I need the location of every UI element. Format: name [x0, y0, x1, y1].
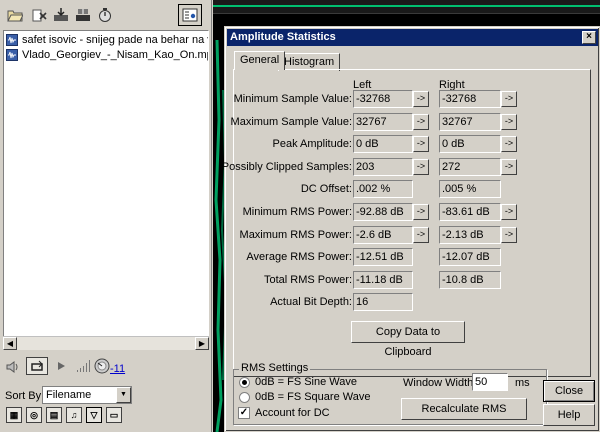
file-name: safet isovic - snijeg pade na behar na v…: [22, 34, 208, 46]
music-filter-icon[interactable]: ♫: [66, 407, 82, 423]
stat-label: Possibly Clipped Samples:: [221, 161, 352, 173]
loop-button[interactable]: [26, 357, 48, 375]
insert-all-icon[interactable]: [74, 6, 92, 24]
stat-left-value: -32768: [353, 90, 413, 108]
go-to-left-button[interactable]: ->: [413, 136, 429, 152]
copy-to-clipboard-button[interactable]: Copy Data to Clipboard: [351, 321, 465, 358]
stat-label: DC Offset:: [300, 183, 352, 195]
list-item[interactable]: safet isovic - snijeg pade na behar na v…: [6, 33, 208, 47]
film-filter-icon[interactable]: ▦: [6, 407, 22, 423]
stat-right-value: -10.8 dB: [439, 271, 501, 289]
window-width-unit: ms: [515, 377, 530, 389]
stat-right-value: 32767: [439, 113, 501, 131]
stat-label: Average RMS Power:: [246, 251, 352, 263]
stat-label: Peak Amplitude:: [272, 138, 353, 150]
stat-label: Maximum RMS Power:: [239, 229, 352, 241]
help-button[interactable]: Help: [543, 404, 595, 426]
go-to-right-button[interactable]: ->: [501, 227, 517, 243]
stat-left-value: -92.88 dB: [353, 203, 413, 221]
volume-knob-icon[interactable]: [94, 358, 110, 374]
sine-wave-label[interactable]: 0dB = FS Sine Wave: [255, 376, 357, 388]
film-strip-icon[interactable]: ▭: [106, 407, 122, 423]
stat-left-value: 32767: [353, 113, 413, 131]
file-panel: safet isovic - snijeg pade na behar na v…: [0, 0, 212, 432]
go-to-left-button[interactable]: ->: [413, 204, 429, 220]
play-file-icon[interactable]: [96, 6, 114, 24]
stat-right-value: 0 dB: [439, 135, 501, 153]
stat-label: Actual Bit Depth:: [270, 296, 352, 308]
preview-transport: [0, 356, 212, 378]
stat-right-value: -83.61 dB: [439, 203, 501, 221]
stat-label: Total RMS Power:: [263, 274, 352, 286]
volume-level-icon: [77, 360, 90, 372]
speaker-icon[interactable]: [6, 360, 20, 374]
stat-label: Minimum Sample Value:: [233, 93, 352, 105]
amplitude-statistics-dialog: Amplitude Statistics × General Histogram…: [221, 26, 600, 432]
go-to-right-button[interactable]: ->: [501, 114, 517, 130]
loop-icon: [31, 360, 43, 371]
filter-view-icon[interactable]: ▽: [86, 407, 102, 423]
square-wave-radio[interactable]: [239, 392, 250, 403]
insert-file-icon[interactable]: [52, 6, 70, 24]
dialog-titlebar[interactable]: Amplitude Statistics ×: [227, 29, 598, 46]
tab-general[interactable]: General: [234, 51, 286, 70]
go-to-right-button[interactable]: ->: [501, 91, 517, 107]
recalculate-rms-button[interactable]: Recalculate RMS: [401, 398, 527, 420]
close-file-icon[interactable]: [30, 6, 48, 24]
file-name: Vlado_Georgiev_-_Nisam_Kao_On.mp3: [22, 49, 208, 61]
chevron-down-icon[interactable]: ▼: [116, 387, 131, 403]
scroll-left-icon[interactable]: ◀: [3, 337, 17, 350]
audio-file-icon: [6, 34, 18, 46]
stat-left-value: -2.6 dB: [353, 226, 413, 244]
account-for-dc-checkbox[interactable]: ✓: [238, 407, 250, 419]
stat-right-value: -12.07 dB: [439, 248, 501, 266]
play-icon[interactable]: [56, 361, 66, 371]
stat-right-value: -32768: [439, 90, 501, 108]
stat-left-value: 0 dB: [353, 135, 413, 153]
rms-settings-legend: RMS Settings: [239, 362, 311, 374]
close-button[interactable]: Close: [543, 380, 595, 402]
account-for-dc-label[interactable]: Account for DC: [255, 407, 330, 419]
session-filter-icon[interactable]: ▤: [46, 407, 62, 423]
horizontal-scrollbar[interactable]: ◀ ▶: [3, 336, 209, 350]
stat-left-value: .002 %: [353, 180, 413, 198]
window-width-label: Window Width:: [403, 377, 477, 389]
open-file-icon[interactable]: [6, 6, 24, 24]
view-options-button[interactable]: [178, 4, 202, 26]
stat-right-value: -2.13 dB: [439, 226, 501, 244]
square-wave-label[interactable]: 0dB = FS Square Wave: [255, 391, 370, 403]
stat-left-value: 203: [353, 158, 413, 176]
stat-left-value: -12.51 dB: [353, 248, 413, 266]
go-to-left-button[interactable]: ->: [413, 227, 429, 243]
sort-by-value: Filename: [46, 389, 92, 401]
go-to-right-button[interactable]: ->: [501, 204, 517, 220]
sine-wave-radio[interactable]: [239, 377, 250, 388]
window-width-input[interactable]: 50: [472, 373, 508, 391]
close-icon[interactable]: ×: [582, 31, 596, 44]
cd-filter-icon[interactable]: ◎: [26, 407, 42, 423]
go-to-left-button[interactable]: ->: [413, 159, 429, 175]
stat-right-value: 272: [439, 158, 501, 176]
sort-by-label: Sort By:: [5, 390, 45, 402]
sort-by-select[interactable]: Filename ▼: [42, 386, 132, 404]
audio-file-icon: [6, 49, 18, 61]
stat-label: Maximum Sample Value:: [230, 116, 352, 128]
go-to-right-button[interactable]: ->: [501, 136, 517, 152]
dialog-title: Amplitude Statistics: [230, 31, 336, 43]
go-to-left-button[interactable]: ->: [413, 91, 429, 107]
scroll-right-icon[interactable]: ▶: [195, 337, 209, 350]
go-to-left-button[interactable]: ->: [413, 114, 429, 130]
go-to-right-button[interactable]: ->: [501, 159, 517, 175]
stat-left-value: -11.18 dB: [353, 271, 413, 289]
stat-right-value: .005 %: [439, 180, 501, 198]
list-item[interactable]: Vlado_Georgiev_-_Nisam_Kao_On.mp3: [6, 48, 208, 62]
stat-left-value: 16: [353, 293, 413, 311]
stat-label: Minimum RMS Power:: [242, 206, 352, 218]
volume-value[interactable]: -11: [110, 363, 125, 375]
file-toolbar: [0, 0, 212, 30]
view-list-icon: [182, 8, 198, 22]
file-list[interactable]: safet isovic - snijeg pade na behar na v…: [3, 30, 209, 348]
